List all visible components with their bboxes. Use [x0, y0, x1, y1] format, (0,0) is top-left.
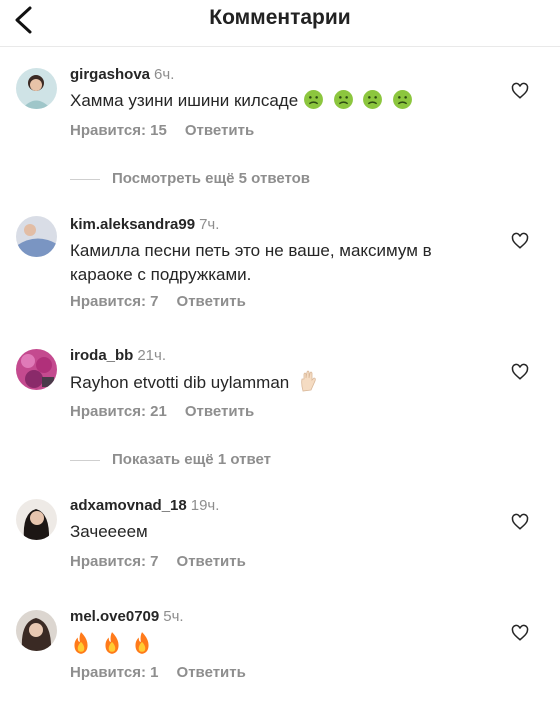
heart-outline-icon[interactable] — [511, 82, 529, 100]
heart-outline-icon[interactable] — [511, 624, 529, 642]
avatar[interactable] — [16, 68, 57, 109]
comment-header: girgashova 6ч. — [70, 66, 174, 83]
reply-button[interactable]: Ответить — [177, 553, 246, 570]
fire-emoji-icon — [135, 632, 150, 654]
heart-outline-icon[interactable] — [511, 232, 529, 250]
header: Комментарии — [0, 0, 560, 47]
timestamp: 19ч. — [190, 497, 220, 514]
timestamp: 5ч. — [163, 608, 184, 625]
nauseated-face-emoji-icon — [303, 90, 323, 109]
comment-header: iroda_bb 21ч. — [70, 347, 166, 364]
nauseated-face-emoji-icon — [363, 90, 383, 109]
fire-emoji-icon — [74, 632, 88, 654]
reply-button[interactable]: Ответить — [185, 403, 254, 420]
comment-actions: Нравится: 15 Ответить — [70, 122, 254, 139]
timestamp: 7ч. — [199, 216, 220, 233]
likes-count[interactable]: Нравится: 7 — [70, 553, 159, 570]
fire-emoji-icon — [105, 632, 119, 654]
divider-line — [70, 178, 100, 180]
comment-text: Rayhon etvotti dib uylamman — [70, 370, 490, 395]
username-link[interactable]: mel.ove0709 — [70, 608, 159, 625]
comment-actions: Нравится: 1 Ответить — [70, 664, 246, 681]
comment-header: kim.aleksandra99 7ч. — [70, 216, 219, 233]
avatar[interactable] — [16, 216, 57, 257]
view-replies-label: Посмотреть ещё 5 ответов — [112, 170, 311, 187]
username-link[interactable]: girgashova — [70, 66, 150, 83]
reply-button[interactable]: Ответить — [177, 664, 246, 681]
hand-emoji-icon — [301, 370, 316, 392]
comment-actions: Нравится: 7 Ответить — [70, 553, 246, 570]
comment-text: Камилла песни петь это не ваше, максимум… — [70, 241, 432, 284]
comment-header: adxamovnad_18 19ч. — [70, 497, 219, 514]
emoji-group — [303, 90, 413, 110]
likes-count[interactable]: Нравится: 21 — [70, 403, 167, 420]
divider-line — [70, 459, 100, 461]
page-title: Комментарии — [209, 6, 351, 29]
comment-text: Зачеееем — [70, 522, 148, 541]
likes-count[interactable]: Нравится: 15 — [70, 122, 167, 139]
heart-outline-icon[interactable] — [511, 363, 529, 381]
nauseated-face-emoji-icon — [393, 90, 413, 109]
comment-text — [70, 631, 490, 658]
avatar[interactable] — [16, 499, 57, 540]
reply-button[interactable]: Ответить — [185, 122, 254, 139]
username-link[interactable]: adxamovnad_18 — [70, 497, 187, 514]
comment-text-content: Rayhon etvotti dib uylamman — [70, 373, 290, 392]
avatar[interactable] — [16, 610, 57, 651]
comment-actions: Нравится: 7 Ответить — [70, 293, 246, 310]
view-replies-button[interactable]: Показать ещё 1 ответ — [70, 451, 271, 471]
comment-actions: Нравится: 21 Ответить — [70, 403, 254, 420]
likes-count[interactable]: Нравится: 7 — [70, 293, 159, 310]
nauseated-face-emoji-icon — [333, 90, 353, 109]
comment-header: mel.ove0709 5ч. — [70, 608, 184, 625]
view-replies-button[interactable]: Посмотреть ещё 5 ответов — [70, 170, 310, 190]
username-link[interactable]: iroda_bb — [70, 347, 133, 364]
view-replies-label: Показать ещё 1 ответ — [112, 451, 271, 468]
comment-text-content: Хамма узини ишини килсаде — [70, 91, 299, 110]
timestamp: 21ч. — [137, 347, 167, 364]
reply-button[interactable]: Ответить — [177, 293, 246, 310]
avatar[interactable] — [16, 349, 57, 390]
heart-outline-icon[interactable] — [511, 513, 529, 531]
username-link[interactable]: kim.aleksandra99 — [70, 216, 195, 233]
comment-text: Хамма узини ишини килсаде — [70, 89, 490, 113]
timestamp: 6ч. — [154, 66, 175, 83]
likes-count[interactable]: Нравится: 1 — [70, 664, 159, 681]
